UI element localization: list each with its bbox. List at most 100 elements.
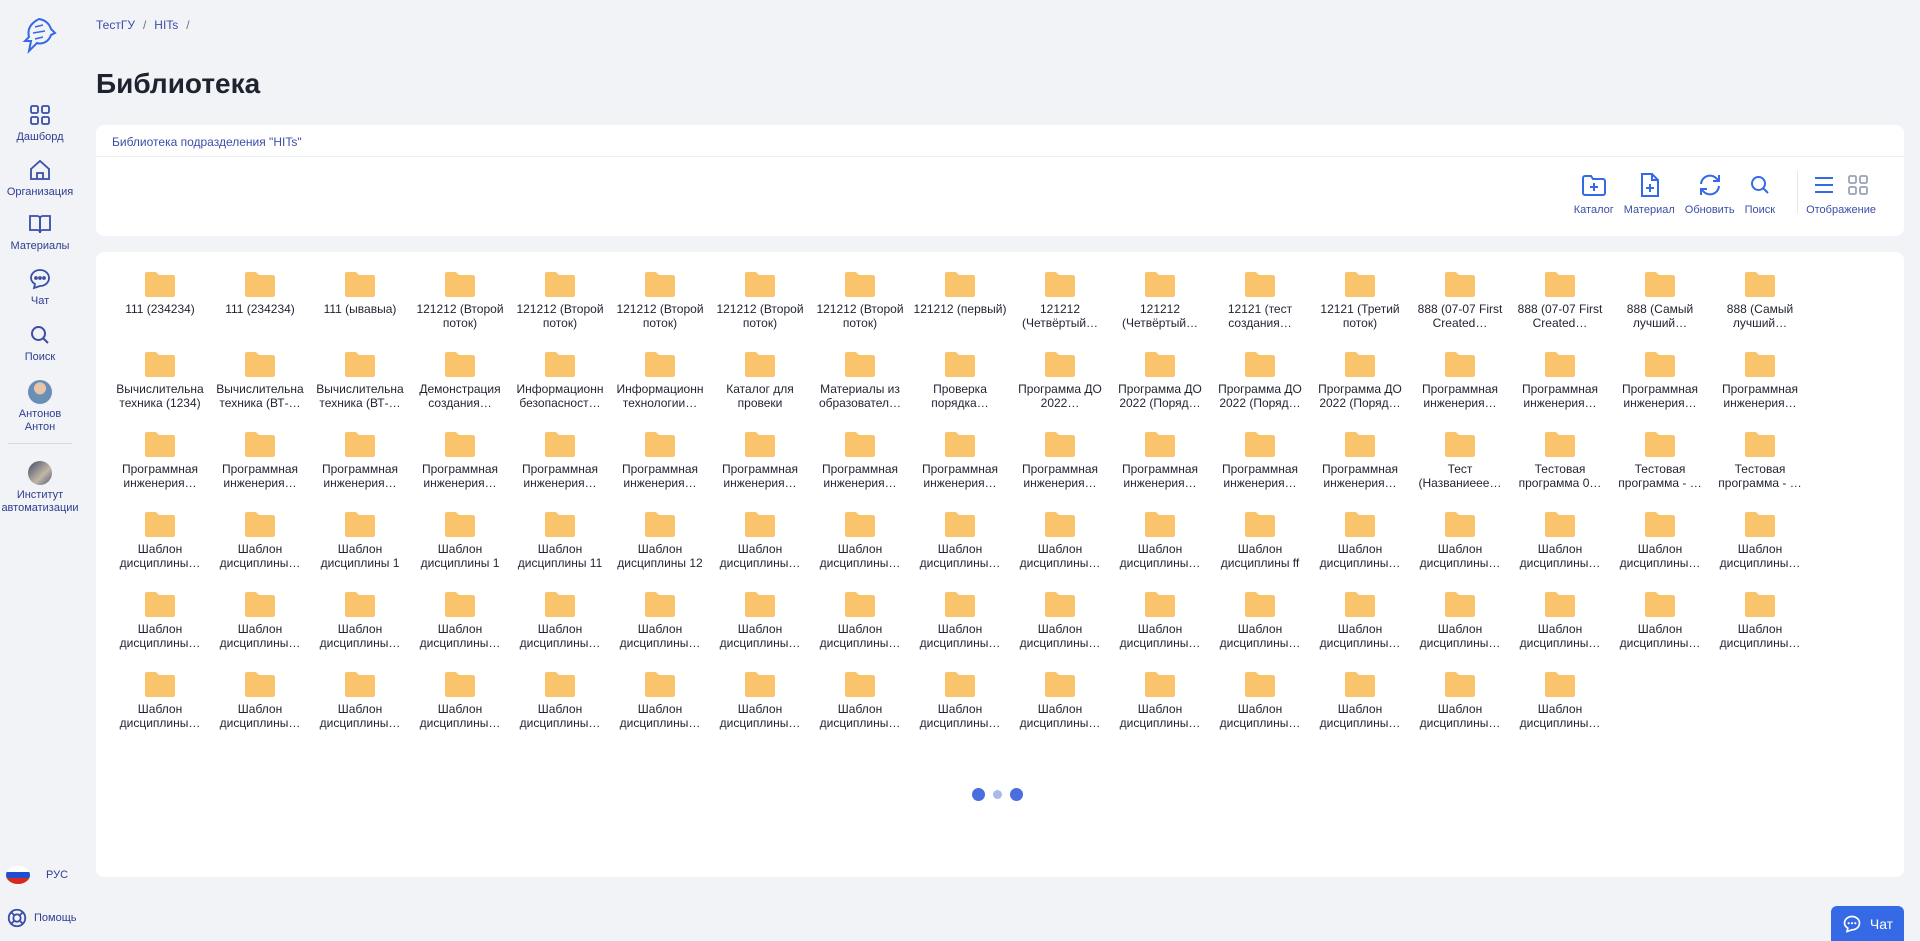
folder-item[interactable]: Шаблон дисциплины… — [1510, 590, 1610, 670]
folder-item[interactable]: Программная инженерия… — [1110, 430, 1210, 510]
folder-item[interactable]: Шаблон дисциплины… — [1010, 590, 1110, 670]
help-link[interactable]: Помощь — [6, 907, 77, 929]
folder-item[interactable]: Тестовая программа - … — [1610, 430, 1710, 510]
folder-item[interactable]: Шаблон дисциплины… — [410, 670, 510, 750]
folder-item[interactable]: Шаблон дисциплины… — [710, 510, 810, 590]
folder-item[interactable]: Информационн безопасност… — [510, 350, 610, 430]
folder-item[interactable]: Шаблон дисциплины… — [1310, 670, 1410, 750]
folder-item[interactable]: Вычислительна техника (1234) — [110, 350, 210, 430]
folder-item[interactable]: Шаблон дисциплины… — [1410, 590, 1510, 670]
folder-item[interactable]: Программа ДО 2022… — [1010, 350, 1110, 430]
folder-item[interactable]: 121212 (Четвёртый… — [1110, 270, 1210, 350]
sidebar-item-dashboard[interactable]: Дашборд — [0, 103, 80, 144]
folder-item[interactable]: Шаблон дисциплины… — [1110, 510, 1210, 590]
folder-item[interactable]: 12121 (Третий поток) — [1310, 270, 1410, 350]
folder-item[interactable]: Шаблон дисциплины… — [110, 590, 210, 670]
folder-item[interactable]: Проверка порядка… — [910, 350, 1010, 430]
folder-item[interactable]: Шаблон дисциплины… — [210, 510, 310, 590]
folder-item[interactable]: Шаблон дисциплины 12 — [610, 510, 710, 590]
folder-item[interactable]: Программная инженерия… — [110, 430, 210, 510]
folder-item[interactable]: 121212 (Четвёртый… — [1010, 270, 1110, 350]
folder-item[interactable]: Шаблон дисциплины… — [1310, 510, 1410, 590]
folder-item[interactable]: Программная инженерия… — [1510, 350, 1610, 430]
folder-item[interactable]: Шаблон дисциплины… — [1110, 590, 1210, 670]
folder-item[interactable]: Программная инженерия… — [1710, 350, 1810, 430]
folder-item[interactable]: Шаблон дисциплины… — [1010, 510, 1110, 590]
folder-item[interactable]: Шаблон дисциплины… — [710, 670, 810, 750]
folder-item[interactable]: Тест (Названиеее… — [1410, 430, 1510, 510]
folder-item[interactable]: Шаблон дисциплины… — [510, 670, 610, 750]
folder-item[interactable]: Шаблон дисциплины… — [1210, 590, 1310, 670]
folder-item[interactable]: 111 (ывавыа) — [310, 270, 410, 350]
folder-item[interactable]: Программная инженерия… — [1010, 430, 1110, 510]
folder-item[interactable]: Программная инженерия… — [410, 430, 510, 510]
folder-item[interactable]: Программа ДО 2022 (Поряд… — [1310, 350, 1410, 430]
folder-item[interactable]: Шаблон дисциплины… — [1110, 670, 1210, 750]
chat-button[interactable]: Чат — [1831, 906, 1904, 941]
folder-item[interactable]: Шаблон дисциплины… — [210, 670, 310, 750]
folder-item[interactable]: 121212 (Второй поток) — [710, 270, 810, 350]
folder-item[interactable]: Шаблон дисциплины… — [810, 510, 910, 590]
folder-item[interactable]: Шаблон дисциплины 1 — [310, 510, 410, 590]
add-catalog-button[interactable]: Каталог — [1574, 171, 1614, 216]
search-button[interactable]: Поиск — [1745, 171, 1775, 216]
folder-item[interactable]: Шаблон дисциплины… — [210, 590, 310, 670]
folder-item[interactable]: Вычислительна техника (ВТ-… — [210, 350, 310, 430]
sidebar-user[interactable]: Антонов Антон — [0, 380, 80, 434]
sidebar-org[interactable]: Институт автоматизации — [0, 461, 80, 515]
folder-item[interactable]: Шаблон дисциплины… — [1410, 670, 1510, 750]
folder-item[interactable]: Шаблон дисциплины… — [910, 590, 1010, 670]
folder-item[interactable]: 888 (Самый лучший… — [1710, 270, 1810, 350]
folder-item[interactable]: Материалы из образовател… — [810, 350, 910, 430]
sidebar-item-organization[interactable]: Организация — [0, 158, 80, 199]
language-switcher[interactable]: РУС — [6, 866, 68, 884]
sidebar-item-chat[interactable]: Чат — [0, 267, 80, 308]
folder-item[interactable]: Программа ДО 2022 (Поряд… — [1210, 350, 1310, 430]
folder-item[interactable]: Программная инженерия… — [610, 430, 710, 510]
folder-item[interactable]: 121212 (Второй поток) — [610, 270, 710, 350]
folder-item[interactable]: Программная инженерия… — [1310, 430, 1410, 510]
folder-item[interactable]: Демонстрация создания… — [410, 350, 510, 430]
folder-item[interactable]: Шаблон дисциплины… — [910, 510, 1010, 590]
folder-item[interactable]: Каталог для провеки — [710, 350, 810, 430]
breadcrumb-item[interactable]: ТестГУ — [96, 18, 135, 32]
folder-item[interactable]: Программная инженерия… — [210, 430, 310, 510]
folder-item[interactable]: Шаблон дисциплины 1 — [410, 510, 510, 590]
folder-item[interactable]: Тестовая программа 0… — [1510, 430, 1610, 510]
folder-item[interactable]: Программная инженерия… — [810, 430, 910, 510]
folder-item[interactable]: Программная инженерия… — [310, 430, 410, 510]
folder-item[interactable]: Вычислительна техника (ВТ-… — [310, 350, 410, 430]
folder-item[interactable]: Программная инженерия… — [510, 430, 610, 510]
breadcrumb-item[interactable]: HITs — [154, 18, 178, 32]
refresh-button[interactable]: Обновить — [1685, 171, 1735, 216]
folder-item[interactable]: Шаблон дисциплины… — [710, 590, 810, 670]
sidebar-item-search[interactable]: Поиск — [0, 323, 80, 364]
folder-item[interactable]: Шаблон дисциплины… — [1310, 590, 1410, 670]
folder-item[interactable]: Программа ДО 2022 (Поряд… — [1110, 350, 1210, 430]
folder-item[interactable]: Шаблон дисциплины… — [1510, 670, 1610, 750]
folder-item[interactable]: Шаблон дисциплины… — [1510, 510, 1610, 590]
folder-item[interactable]: Шаблон дисциплины… — [1210, 670, 1310, 750]
folder-item[interactable]: Шаблон дисциплины… — [1710, 590, 1810, 670]
folder-item[interactable]: Шаблон дисциплины… — [910, 670, 1010, 750]
folder-item[interactable]: 121212 (Второй поток) — [410, 270, 510, 350]
folder-item[interactable]: 111 (234234) — [110, 270, 210, 350]
folder-item[interactable]: Шаблон дисциплины… — [310, 670, 410, 750]
folder-item[interactable]: Программная инженерия… — [1210, 430, 1310, 510]
folder-item[interactable]: Шаблон дисциплины… — [810, 590, 910, 670]
folder-item[interactable]: Шаблон дисциплины… — [110, 670, 210, 750]
folder-item[interactable]: Шаблон дисциплины… — [1410, 510, 1510, 590]
sidebar-item-materials[interactable]: Материалы — [0, 212, 80, 253]
grid-view-icon[interactable] — [1847, 171, 1869, 199]
folder-item[interactable]: Шаблон дисциплины… — [810, 670, 910, 750]
folder-item[interactable]: Шаблон дисциплины… — [1010, 670, 1110, 750]
folder-item[interactable]: 121212 (Второй поток) — [810, 270, 910, 350]
folder-item[interactable]: Шаблон дисциплины… — [1610, 510, 1710, 590]
folder-item[interactable]: 888 (07-07 First Created… — [1510, 270, 1610, 350]
folder-item[interactable]: Шаблон дисциплины ff — [1210, 510, 1310, 590]
folder-item[interactable]: Шаблон дисциплины… — [510, 590, 610, 670]
folder-item[interactable]: Шаблон дисциплины… — [1710, 510, 1810, 590]
folder-item[interactable]: Программная инженерия… — [910, 430, 1010, 510]
folder-item[interactable]: Шаблон дисциплины… — [310, 590, 410, 670]
folder-item[interactable]: Шаблон дисциплины… — [410, 590, 510, 670]
